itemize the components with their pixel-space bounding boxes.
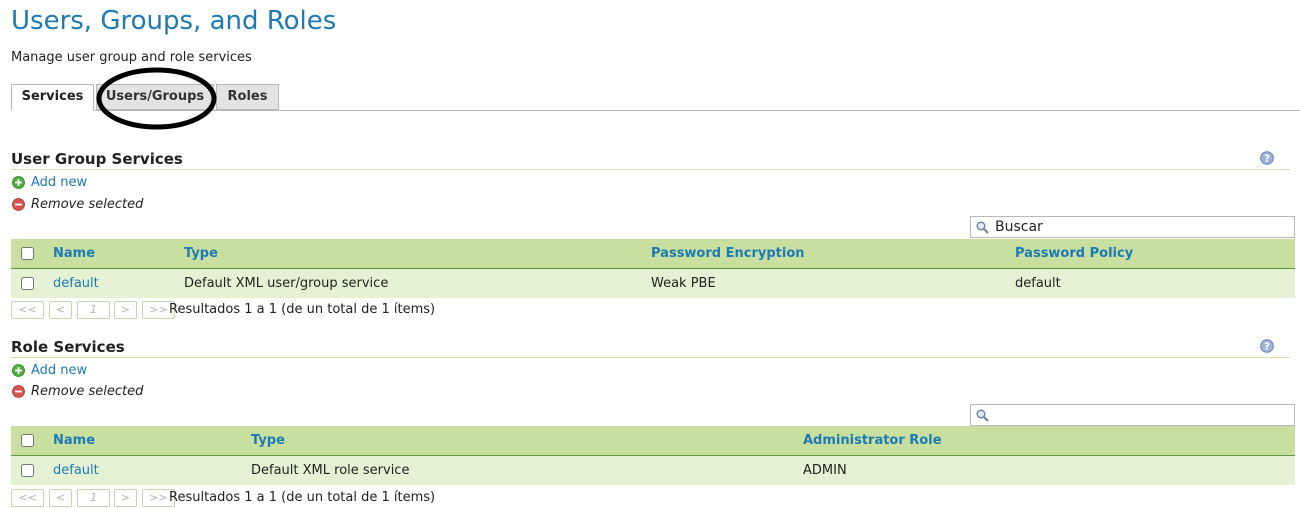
user-group-services-heading: User Group Services (11, 150, 1290, 170)
magnifier-icon (976, 409, 989, 422)
name-cell: default (53, 455, 251, 485)
add-new-label: Add new (31, 363, 88, 378)
type-cell: Default XML user/group service (184, 268, 651, 298)
service-name-link[interactable]: default (53, 463, 99, 478)
password-policy-cell: default (1015, 268, 1295, 298)
current-page-button[interactable]: 1 (77, 489, 110, 507)
page-title: Users, Groups, and Roles (11, 6, 337, 36)
row-select-cell (11, 455, 53, 485)
role-services-table: Name Type Administrator Role default Def… (11, 426, 1295, 485)
row-checkbox[interactable] (21, 277, 34, 290)
select-all-checkbox[interactable] (21, 247, 34, 260)
add-icon (12, 176, 25, 189)
search-input[interactable] (995, 406, 1285, 424)
tab-roles[interactable]: Roles (216, 84, 279, 110)
user-group-services-search (970, 216, 1295, 238)
column-header-password-encryption[interactable]: Password Encryption (651, 239, 1015, 269)
page-subtitle: Manage user group and role services (11, 50, 252, 65)
search-input[interactable] (995, 218, 1285, 236)
remove-selected-label: Remove selected (31, 197, 144, 212)
column-header-name[interactable]: Name (53, 239, 184, 269)
svg-text:?: ? (1264, 342, 1270, 353)
role-services-heading: Role Services (11, 338, 1290, 358)
select-all-cell (11, 426, 53, 456)
table-header-row: Name Type Password Encryption Password P… (11, 239, 1295, 269)
remove-icon (12, 385, 25, 398)
remove-selected-label: Remove selected (31, 384, 144, 399)
next-page-button[interactable]: > (114, 301, 137, 319)
help-icon[interactable]: ? (1260, 151, 1274, 165)
pager-result-text: Resultados 1 a 1 (de un total de 1 ítems… (169, 302, 436, 317)
first-page-button[interactable]: << (11, 301, 44, 319)
password-encryption-cell: Weak PBE (651, 268, 1015, 298)
tab-bar-divider (11, 110, 1300, 111)
current-page-button[interactable]: 1 (77, 301, 110, 319)
service-name-link[interactable]: default (53, 276, 99, 291)
add-new-label: Add new (31, 175, 88, 190)
first-page-button[interactable]: << (11, 489, 44, 507)
column-header-name[interactable]: Name (53, 426, 251, 456)
name-cell: default (53, 268, 184, 298)
magnifier-icon (976, 221, 989, 234)
previous-page-button[interactable]: < (49, 301, 72, 319)
tab-services[interactable]: Services (11, 84, 94, 111)
administrator-role-cell: ADMIN (803, 455, 1295, 485)
user-group-services-table: Name Type Password Encryption Password P… (11, 239, 1295, 298)
add-icon (12, 364, 25, 377)
previous-page-button[interactable]: < (49, 489, 72, 507)
svg-text:?: ? (1264, 154, 1270, 165)
select-all-checkbox[interactable] (21, 434, 34, 447)
tab-users-groups[interactable]: Users/Groups (96, 84, 214, 110)
remove-icon (12, 198, 25, 211)
column-header-administrator-role[interactable]: Administrator Role (803, 426, 1295, 456)
column-header-password-policy[interactable]: Password Policy (1015, 239, 1295, 269)
help-icon[interactable]: ? (1260, 339, 1274, 353)
select-all-cell (11, 239, 53, 269)
role-services-search (970, 404, 1295, 426)
table-header-row: Name Type Administrator Role (11, 426, 1295, 456)
next-page-button[interactable]: > (114, 489, 137, 507)
pager-result-text: Resultados 1 a 1 (de un total de 1 ítems… (169, 490, 436, 505)
row-select-cell (11, 268, 53, 298)
column-header-type[interactable]: Type (184, 239, 651, 269)
table-row: default Default XML user/group service W… (11, 268, 1295, 298)
row-checkbox[interactable] (21, 464, 34, 477)
table-row: default Default XML role service ADMIN (11, 455, 1295, 485)
type-cell: Default XML role service (251, 455, 803, 485)
column-header-type[interactable]: Type (251, 426, 803, 456)
